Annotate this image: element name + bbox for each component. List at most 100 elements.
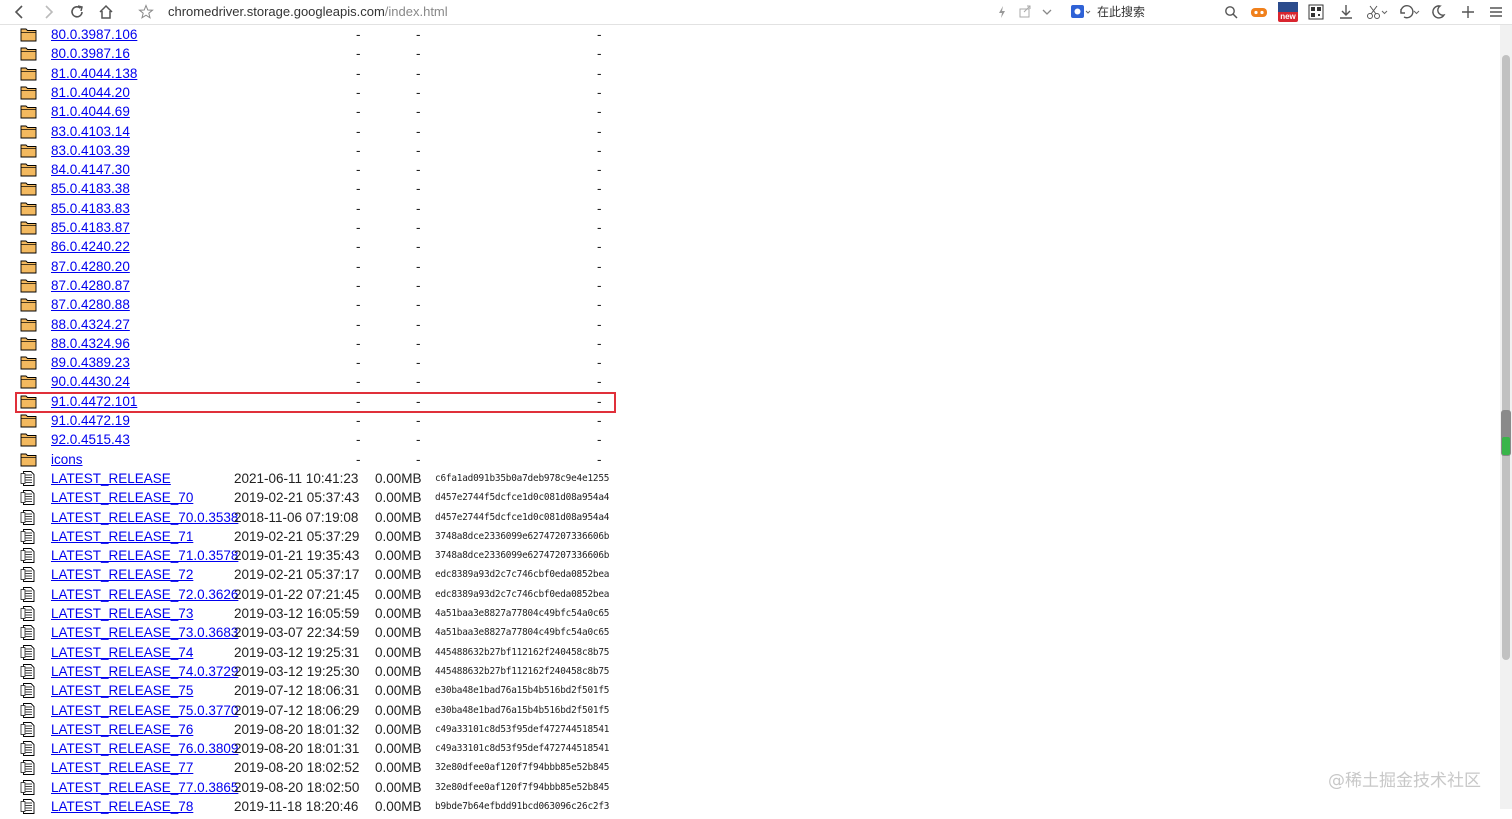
hash-placeholder: - [597,142,602,158]
size-placeholder: - [416,46,421,62]
file-link[interactable]: LATEST_RELEASE_73.0.3683 [51,623,238,642]
folder-link[interactable]: 91.0.4472.19 [51,411,130,430]
chevron-down-icon[interactable] [1041,3,1053,21]
qr-code-icon[interactable] [1307,3,1325,21]
file-date: 2019-02-21 05:37:17 [234,567,360,583]
date-placeholder: - [356,258,361,274]
menu-icon[interactable] [1487,3,1505,21]
folder-link[interactable]: 83.0.4103.14 [51,122,130,141]
folder-link[interactable]: 81.0.4044.69 [51,102,130,121]
folder-row: 83.0.4103.14 - - - [0,122,640,141]
file-date: 2019-01-21 19:35:43 [234,548,360,564]
folder-row: 87.0.4280.87 - - - [0,276,640,295]
file-link[interactable]: LATEST_RELEASE_70.0.3538 [51,508,238,527]
folder-link[interactable]: 88.0.4324.96 [51,334,130,353]
back-icon[interactable] [12,3,28,21]
file-link[interactable]: LATEST_RELEASE_76.0.3809 [51,739,238,758]
file-hash: d457e2744f5dcfce1d0c081d08a954a4 [435,492,610,504]
lightning-icon[interactable] [996,3,1008,21]
size-placeholder: - [416,374,421,390]
night-mode-icon[interactable] [1429,3,1447,21]
folder-link[interactable]: 84.0.4147.30 [51,160,130,179]
new-tab-icon[interactable] [1459,3,1477,21]
folder-row: 87.0.4280.88 - - - [0,295,640,314]
folder-link[interactable]: icons [51,450,83,469]
file-date: 2019-11-18 18:20:46 [234,799,359,814]
search-input[interactable]: 在此搜索 [1097,3,1145,21]
date-placeholder: - [356,27,361,42]
file-row: LATEST_RELEASE_70.0.3538 2018-11-06 07:19… [0,508,640,527]
folder-link[interactable]: 85.0.4183.87 [51,218,130,237]
scrollbar-thumb[interactable] [1502,55,1510,660]
search-engine-icon[interactable] [1070,3,1092,21]
hash-placeholder: - [597,316,602,332]
file-size: 0.00MB [375,760,422,776]
hash-placeholder: - [597,46,602,62]
folder-link[interactable]: 83.0.4103.39 [51,141,130,160]
download-icon[interactable] [1337,3,1355,21]
search-icon[interactable] [1223,3,1239,21]
game-controller-icon[interactable] [1249,3,1269,21]
folder-link[interactable]: 85.0.4183.38 [51,179,130,198]
file-link[interactable]: LATEST_RELEASE_75.0.3770 [51,701,238,720]
scissors-icon[interactable] [1365,3,1389,21]
file-link[interactable]: LATEST_RELEASE_74.0.3729 [51,662,238,681]
file-date: 2019-02-21 05:37:29 [234,528,360,544]
file-link[interactable]: LATEST_RELEASE_77 [51,758,193,777]
date-placeholder: - [356,374,361,390]
folder-icon [20,201,38,216]
hash-placeholder: - [597,220,602,235]
file-link[interactable]: LATEST_RELEASE_76 [51,720,193,739]
vertical-scrollbar[interactable] [1500,25,1512,809]
file-row: LATEST_RELEASE_77.0.3865 2019-08-20 18:02… [0,778,640,797]
forward-icon[interactable] [40,3,56,21]
folder-link[interactable]: 90.0.4430.24 [51,372,130,391]
size-placeholder: - [416,258,421,274]
file-row: LATEST_RELEASE_72.0.3626 2019-01-22 07:21… [0,585,640,604]
file-link[interactable]: LATEST_RELEASE_70 [51,488,193,507]
bookmark-star-icon[interactable] [138,3,154,21]
file-link[interactable]: LATEST_RELEASE_72.0.3626 [51,585,238,604]
undo-icon[interactable] [1397,3,1421,21]
file-link[interactable]: LATEST_RELEASE_74 [51,643,193,662]
folder-link[interactable]: 92.0.4515.43 [51,430,130,449]
folder-link[interactable]: 86.0.4240.22 [51,237,130,256]
file-date: 2019-07-12 18:06:29 [234,702,360,718]
file-icon [20,567,38,583]
folder-link[interactable]: 88.0.4324.27 [51,315,130,334]
folder-link[interactable]: 85.0.4183.83 [51,199,130,218]
folder-link[interactable]: 87.0.4280.87 [51,276,130,295]
share-icon[interactable] [1018,3,1032,21]
address-bar[interactable]: chromedriver.storage.googleapis.com/inde… [168,3,448,21]
date-placeholder: - [356,239,361,255]
file-row: LATEST_RELEASE_75.0.3770 2019-07-12 18:06… [0,701,640,720]
news-badge-icon[interactable]: new [1278,2,1298,22]
folder-link[interactable]: 81.0.4044.20 [51,83,130,102]
date-placeholder: - [356,277,361,293]
size-placeholder: - [416,220,421,235]
file-link[interactable]: LATEST_RELEASE_72 [51,565,193,584]
file-date: 2019-08-20 18:02:50 [234,779,360,795]
file-link[interactable]: LATEST_RELEASE [51,469,171,488]
folder-link[interactable]: 87.0.4280.20 [51,257,130,276]
folder-link[interactable]: 80.0.3987.106 [51,25,137,44]
folder-icon [20,452,38,467]
file-link[interactable]: LATEST_RELEASE_71 [51,527,193,546]
file-link[interactable]: LATEST_RELEASE_77.0.3865 [51,778,238,797]
home-icon[interactable] [97,3,115,21]
folder-link[interactable]: 80.0.3987.16 [51,44,130,63]
file-link[interactable]: LATEST_RELEASE_78 [51,797,193,816]
folder-link[interactable]: 89.0.4389.23 [51,353,130,372]
folder-icon [20,143,38,158]
folder-link[interactable]: 81.0.4044.138 [51,64,137,83]
folder-link[interactable]: 87.0.4280.88 [51,295,130,314]
reload-icon[interactable] [68,3,86,21]
size-placeholder: - [416,84,421,100]
file-link[interactable]: LATEST_RELEASE_71.0.3578 [51,546,238,565]
hash-placeholder: - [597,181,602,197]
file-link[interactable]: LATEST_RELEASE_73 [51,604,193,623]
hash-placeholder: - [597,374,602,390]
file-link[interactable]: LATEST_RELEASE_75 [51,681,193,700]
file-size: 0.00MB [375,799,422,814]
hash-placeholder: - [597,258,602,274]
